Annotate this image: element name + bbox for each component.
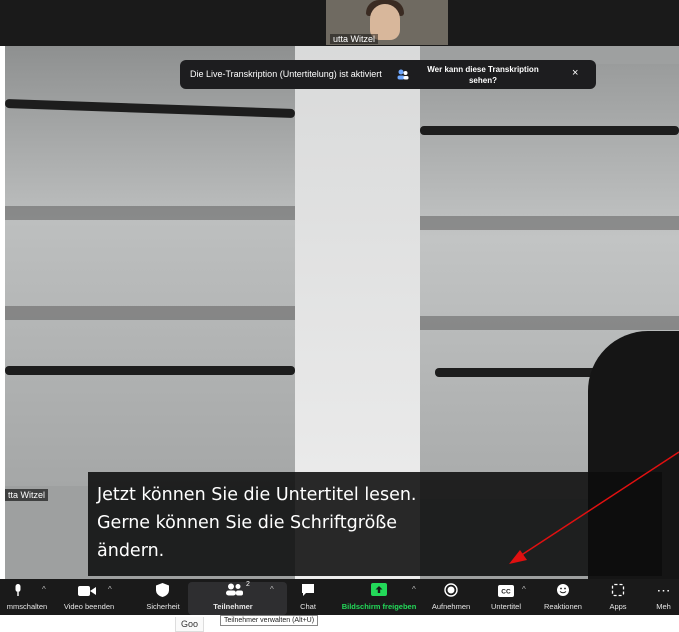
reactions-button[interactable]: Reaktionen [538,579,588,615]
record-label: Aufnehmen [431,602,471,611]
more-label: Meh [656,602,671,611]
participants-tooltip: Teilnehmer verwalten (Alt+U) [220,615,319,626]
chat-icon [302,584,314,596]
apps-icon [611,583,625,597]
chevron-up-icon[interactable]: ^ [270,585,274,594]
chevron-up-icon[interactable]: ^ [108,585,112,594]
security-button[interactable]: Sicherheit [140,579,186,615]
participants-label: Teilnehmer [213,602,253,611]
security-label: Sicherheit [146,602,180,611]
video-label: Video beenden [63,602,115,611]
annotation-arrow [509,451,679,564]
participants-icon [226,583,243,596]
taskbar-snippet: Goo [175,617,205,632]
apps-label: Apps [609,602,627,611]
svg-text:CC: CC [501,589,511,596]
mute-label: mmschalten [6,602,48,611]
apps-button[interactable]: Apps [598,579,638,615]
emoji-icon [557,584,569,596]
camera-icon [78,586,96,596]
chevron-up-icon[interactable]: ^ [522,585,526,594]
shield-icon [156,583,169,597]
chevron-up-icon[interactable]: ^ [42,585,46,594]
reactions-label: Reaktionen [544,602,582,611]
share-screen-label: Bildschirm freigeben [341,602,417,611]
record-button[interactable]: Aufnehmen [426,579,476,615]
microphone-icon [15,584,21,596]
share-screen-button[interactable]: Bildschirm freigeben [339,579,419,615]
participants-button[interactable]: 2 Teilnehmer [200,579,266,615]
record-icon [444,583,458,597]
closed-captions-icon: CC [498,585,514,597]
share-screen-icon [371,583,387,596]
chat-label: Chat [300,602,316,611]
ellipsis-icon: ⋯ [656,582,671,598]
chat-button[interactable]: Chat [288,579,328,615]
chevron-up-icon[interactable]: ^ [412,585,416,594]
more-button[interactable]: ⋯ Meh [648,579,679,615]
subtitles-label: Untertitel [490,602,521,611]
participants-count: 2 [246,581,250,588]
